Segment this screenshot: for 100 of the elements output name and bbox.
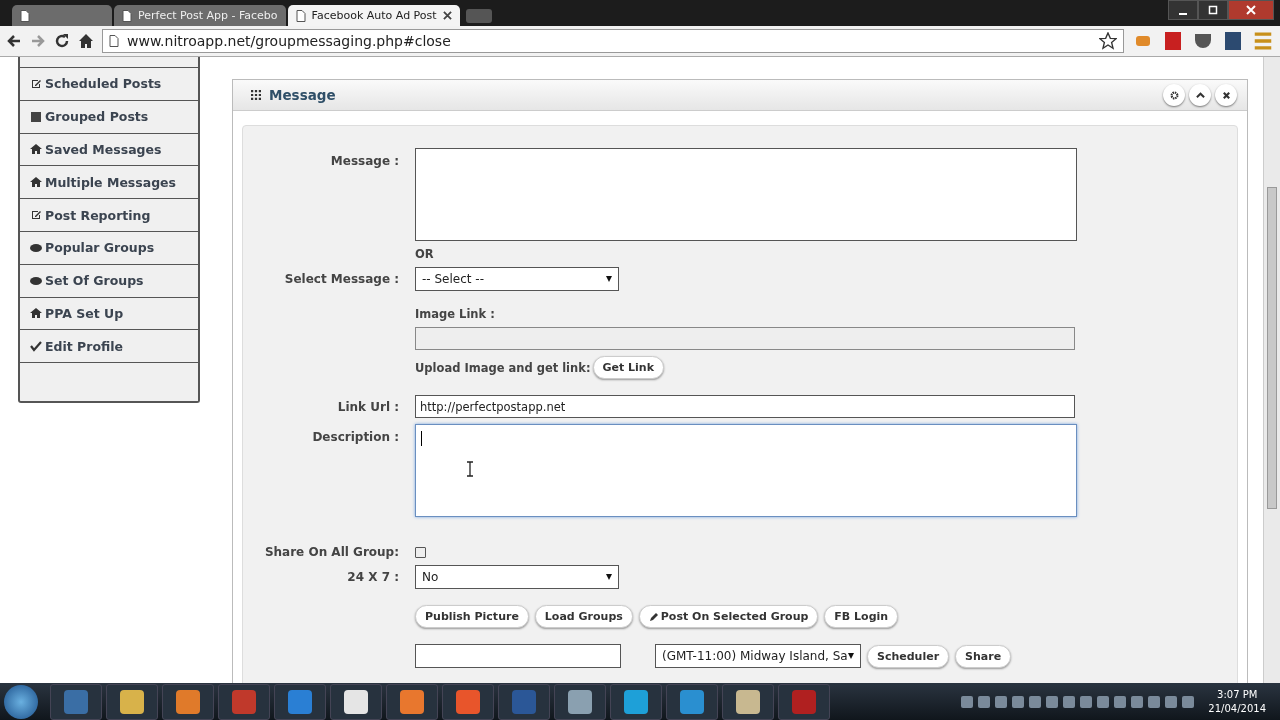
app-icon[interactable] xyxy=(162,683,214,720)
app-icon[interactable] xyxy=(106,683,158,720)
field-label: 24 X 7 : xyxy=(346,570,399,584)
forward-icon[interactable] xyxy=(30,33,46,49)
extension-icon[interactable] xyxy=(1222,30,1244,52)
back-icon[interactable] xyxy=(6,33,22,49)
menu-icon[interactable] xyxy=(1252,30,1274,52)
timezone-select[interactable]: (GMT-11:00) Midway Island, Sa xyxy=(655,644,861,668)
scrollbar[interactable] xyxy=(1263,57,1280,683)
extension-icon[interactable] xyxy=(1162,30,1184,52)
clock: 3:07 PM 21/04/2014 xyxy=(1208,687,1266,716)
close-icon xyxy=(1221,90,1231,100)
panel-title: Message xyxy=(269,87,336,103)
browser-tab[interactable]: Facebook Auto Ad Post xyxy=(287,5,460,26)
action-button[interactable]: Scheduler xyxy=(867,644,950,668)
sidebar-icon xyxy=(30,274,42,287)
field-label: Select Message : xyxy=(283,272,399,286)
tray-icon[interactable] xyxy=(1165,695,1178,708)
sidebar-item[interactable]: Grouped Posts xyxy=(20,100,198,134)
field-label: Description : xyxy=(311,429,399,444)
app-icon[interactable] xyxy=(554,683,606,720)
schedule-select[interactable]: No xyxy=(415,565,619,589)
tray-icon[interactable] xyxy=(1029,695,1042,708)
message-select[interactable]: -- Select -- xyxy=(415,267,619,291)
app-icon[interactable] xyxy=(722,683,774,720)
sidebar-icon xyxy=(30,77,42,90)
tab-title: Perfect Post App - Facebo xyxy=(138,9,278,22)
action-button[interactable]: FB Login xyxy=(824,605,899,628)
tray-icon[interactable] xyxy=(1114,695,1127,708)
pencil-icon xyxy=(648,611,659,622)
address-bar[interactable]: www.nitroapp.net/groupmessaging.php#close xyxy=(102,29,1124,53)
checkbox[interactable] xyxy=(415,546,426,558)
sidebar-item[interactable]: Saved Messages xyxy=(20,133,198,167)
get-link-button[interactable]: Get Link xyxy=(592,356,664,379)
reload-icon[interactable] xyxy=(54,33,70,49)
collapse-button[interactable] xyxy=(1189,84,1211,106)
field-label: Image Link : xyxy=(415,307,495,321)
sidebar-icon xyxy=(30,143,42,156)
minimize-icon xyxy=(1178,13,1188,15)
text-cursor-icon xyxy=(466,461,474,477)
gear-icon xyxy=(1169,90,1179,100)
sidebar-icon xyxy=(30,340,42,353)
sidebar-item[interactable]: Scheduled Posts xyxy=(20,68,198,101)
tray-icon[interactable] xyxy=(1012,695,1025,708)
field-label: Message : xyxy=(329,153,399,168)
tray-icon[interactable] xyxy=(978,695,991,708)
sidebar-icon xyxy=(30,241,42,254)
tray-icon[interactable] xyxy=(1131,695,1144,708)
tray-icon[interactable] xyxy=(1080,695,1093,708)
upload-text: Upload Image and get link: xyxy=(415,360,591,375)
page-icon xyxy=(295,9,306,22)
input-field[interactable] xyxy=(415,644,621,668)
tray-icon[interactable] xyxy=(1097,695,1110,708)
action-button[interactable]: Share xyxy=(955,644,1012,668)
minimize-button[interactable] xyxy=(1168,0,1198,20)
sidebar-item[interactable]: Post Reporting xyxy=(20,199,198,232)
close-icon xyxy=(1246,5,1256,15)
description-field[interactable] xyxy=(415,424,1077,517)
sidebar-item[interactable]: Set Of Groups xyxy=(20,264,198,298)
tray-icon[interactable] xyxy=(1046,695,1059,708)
close-button[interactable] xyxy=(1228,0,1274,20)
start-button[interactable] xyxy=(4,684,38,719)
page-icon xyxy=(20,9,30,22)
tray-icon[interactable] xyxy=(1148,695,1161,708)
sidebar-item[interactable]: Multiple Messages xyxy=(20,166,198,200)
message-field[interactable] xyxy=(415,148,1077,241)
tray-icon[interactable] xyxy=(1063,695,1076,708)
sidebar-item[interactable]: Edit Profile xyxy=(20,330,198,364)
image-link-field[interactable] xyxy=(415,327,1075,350)
tray-icon[interactable] xyxy=(961,695,974,708)
chevron-up-icon xyxy=(1195,90,1205,100)
sidebar-icon xyxy=(30,176,42,189)
settings-button[interactable] xyxy=(1163,84,1185,106)
browser-tab[interactable] xyxy=(12,5,112,26)
grid-icon xyxy=(251,90,261,100)
close-icon[interactable] xyxy=(442,11,452,20)
app-icon[interactable] xyxy=(610,683,662,720)
maximize-icon xyxy=(1208,5,1218,15)
maximize-button[interactable] xyxy=(1198,0,1228,20)
page-icon xyxy=(122,9,132,22)
field-label: Link Url : xyxy=(336,399,399,414)
sidebar-icon xyxy=(30,209,42,222)
close-button[interactable] xyxy=(1215,84,1237,106)
action-button[interactable]: Load Groups xyxy=(534,605,633,628)
home-icon[interactable] xyxy=(78,33,94,49)
browser-tab[interactable]: Perfect Post App - Facebo xyxy=(114,5,286,26)
sidebar-icon xyxy=(30,110,42,123)
link-url-field[interactable]: http://perfectpostapp.net xyxy=(415,395,1075,418)
tray-icon[interactable] xyxy=(1182,695,1195,708)
tray-icon[interactable] xyxy=(995,695,1008,708)
action-button[interactable]: Post On Selected Group xyxy=(638,605,819,628)
tab-title: Facebook Auto Ad Post xyxy=(311,9,437,22)
sidebar-icon xyxy=(30,307,42,320)
or-text: OR xyxy=(415,247,434,261)
field-label: Share On All Group: xyxy=(263,545,399,559)
sidebar-item[interactable]: PPA Set Up xyxy=(20,297,198,331)
app-icon[interactable] xyxy=(386,683,438,720)
action-button[interactable]: Publish Picture xyxy=(415,605,529,628)
app-icon[interactable] xyxy=(330,683,382,720)
sidebar-item[interactable]: Popular Groups xyxy=(20,232,198,265)
